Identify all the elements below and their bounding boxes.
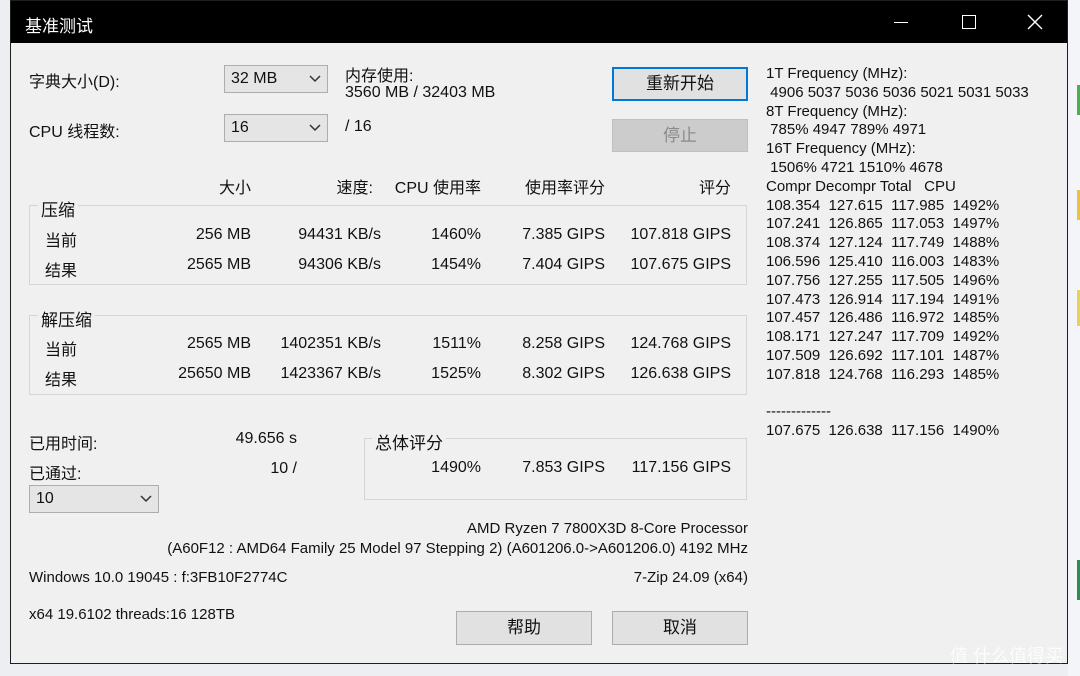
speed-value: 94431 KB/s bbox=[298, 226, 381, 243]
cpu-value: 1511% bbox=[432, 335, 481, 352]
log-line: 107.509 126.692 117.101 1487% bbox=[766, 347, 1000, 364]
maximize-icon[interactable] bbox=[937, 1, 1001, 43]
col-usage-rating: 使用率评分 bbox=[524, 180, 605, 197]
size-value: 2565 MB bbox=[186, 256, 251, 273]
help-button[interactable]: 帮助 bbox=[456, 611, 592, 645]
cpu-detail: (A60F12 : AMD64 Family 25 Model 97 Stepp… bbox=[167, 540, 748, 557]
row-label: 结果 bbox=[45, 263, 78, 280]
log-line: 106.596 125.410 116.003 1483% bbox=[766, 253, 1000, 270]
size-value: 25650 MB bbox=[178, 365, 251, 382]
close-icon[interactable] bbox=[1003, 1, 1067, 43]
decompress-group bbox=[29, 315, 747, 395]
log-line: 107.675 126.638 117.156 1490% bbox=[766, 422, 1000, 440]
threads-value: 16 bbox=[231, 119, 249, 136]
log-line: Compr Decompr Total CPU bbox=[766, 177, 956, 195]
log-line: ------------- bbox=[766, 403, 831, 421]
benchmark-dialog: 基准测试 字典大小(D): 32 MB CPU 线程数: 16 / 16 内存使… bbox=[10, 0, 1068, 664]
speed-value: 1402351 KB/s bbox=[280, 335, 381, 352]
dict-size-select[interactable]: 32 MB bbox=[224, 65, 328, 93]
log-line: 1506% 4721 1510% 4678 bbox=[766, 159, 943, 176]
log-line: 107.473 126.914 117.194 1491% bbox=[766, 290, 1000, 308]
dict-size-label: 字典大小(D): bbox=[29, 74, 120, 91]
row-label: 当前 bbox=[45, 342, 78, 359]
col-speed: 速度: bbox=[336, 180, 373, 197]
size-value: 256 MB bbox=[195, 226, 251, 243]
cpu-value: 1460% bbox=[431, 226, 481, 243]
log-line: 8T Frequency (MHz): bbox=[766, 102, 908, 120]
passes-label: 已通过: bbox=[29, 466, 82, 483]
help-button-label: 帮助 bbox=[507, 618, 541, 637]
log-line: 107.818 124.768 116.293 1485% bbox=[766, 365, 1000, 383]
row-label: 当前 bbox=[45, 233, 78, 250]
speed-value: 94306 KB/s bbox=[298, 256, 381, 273]
log-line: 108.374 127.124 117.749 1488% bbox=[766, 234, 1000, 252]
passes-value: 10 / bbox=[270, 460, 297, 477]
restart-button[interactable]: 重新开始 bbox=[612, 67, 748, 101]
chevron-down-icon bbox=[309, 124, 321, 132]
threads-total: / 16 bbox=[345, 118, 372, 135]
memory-value: 3560 MB / 32403 MB bbox=[345, 84, 496, 101]
col-cpu: CPU 使用率 bbox=[394, 180, 481, 197]
threads-select[interactable]: 16 bbox=[224, 114, 328, 142]
cpu-value: 1454% bbox=[431, 256, 481, 273]
chevron-down-icon bbox=[140, 495, 152, 503]
col-size: 大小 bbox=[218, 180, 251, 197]
total-cpu-value: 1490% bbox=[431, 459, 481, 476]
total-title: 总体评分 bbox=[372, 429, 446, 454]
total-rating-value: 117.156 GIPS bbox=[631, 459, 731, 476]
cancel-button[interactable]: 取消 bbox=[612, 611, 748, 645]
rating-value: 107.818 GIPS bbox=[630, 226, 731, 243]
watermark: 值 什么值得买 bbox=[950, 646, 1064, 666]
total-usage-value: 7.853 GIPS bbox=[522, 459, 605, 476]
title-bar[interactable]: 基准测试 bbox=[11, 1, 1067, 43]
log-line: 4906 5037 5036 5036 5021 5031 5033 bbox=[766, 83, 1029, 101]
chevron-down-icon bbox=[309, 75, 321, 83]
log-line: 107.457 126.486 116.972 1485% bbox=[766, 309, 1000, 327]
memory-label: 内存使用: bbox=[345, 68, 414, 85]
log-line: 1T Frequency (MHz): bbox=[766, 65, 908, 82]
log-line: 785% 4947 789% 4971 bbox=[766, 121, 927, 139]
usage-value: 8.302 GIPS bbox=[522, 365, 605, 382]
restart-button-label: 重新开始 bbox=[646, 74, 714, 93]
col-rating: 评分 bbox=[698, 180, 731, 197]
log-line: 108.171 127.247 117.709 1492% bbox=[766, 328, 1000, 346]
elapsed-label: 已用时间: bbox=[29, 436, 98, 453]
log-line: 107.756 127.255 117.505 1496% bbox=[766, 271, 1000, 289]
passes-select-value: 10 bbox=[36, 490, 54, 507]
cpu-name: AMD Ryzen 7 7800X3D 8-Core Processor bbox=[467, 520, 748, 537]
usage-value: 7.385 GIPS bbox=[522, 226, 605, 243]
usage-value: 7.404 GIPS bbox=[522, 256, 605, 273]
window-title: 基准测试 bbox=[25, 17, 93, 36]
cancel-button-label: 取消 bbox=[663, 618, 697, 637]
speed-value: 1423367 KB/s bbox=[280, 365, 381, 382]
stop-button[interactable]: 停止 bbox=[612, 119, 748, 152]
minimize-icon[interactable] bbox=[869, 1, 933, 43]
os-info: Windows 10.0 19045 : f:3FB10F2774C bbox=[29, 569, 288, 586]
usage-value: 8.258 GIPS bbox=[522, 335, 605, 352]
log-line: 107.241 126.865 117.053 1497% bbox=[766, 215, 1000, 233]
row-label: 结果 bbox=[45, 372, 78, 389]
decompress-title: 解压缩 bbox=[38, 306, 95, 331]
log-line: 16T Frequency (MHz): bbox=[766, 140, 916, 158]
log-line: 108.354 127.615 117.985 1492% bbox=[766, 196, 1000, 214]
threads-label: CPU 线程数: bbox=[29, 124, 120, 141]
stop-button-label: 停止 bbox=[663, 126, 697, 145]
build-info: x64 19.6102 threads:16 128TB bbox=[29, 606, 235, 623]
dict-size-value: 32 MB bbox=[231, 70, 278, 87]
cpu-value: 1525% bbox=[431, 365, 481, 382]
benchmark-log: 1T Frequency (MHz): 4906 5037 5036 5036 … bbox=[766, 65, 1056, 439]
size-value: 2565 MB bbox=[186, 335, 251, 352]
compress-title: 压缩 bbox=[38, 196, 78, 221]
passes-select[interactable]: 10 bbox=[29, 485, 159, 513]
rating-value: 107.675 GIPS bbox=[630, 256, 731, 273]
version-info: 7-Zip 24.09 (x64) bbox=[633, 569, 748, 586]
rating-value: 126.638 GIPS bbox=[630, 365, 731, 382]
rating-value: 124.768 GIPS bbox=[630, 335, 731, 352]
elapsed-value: 49.656 s bbox=[235, 430, 297, 447]
